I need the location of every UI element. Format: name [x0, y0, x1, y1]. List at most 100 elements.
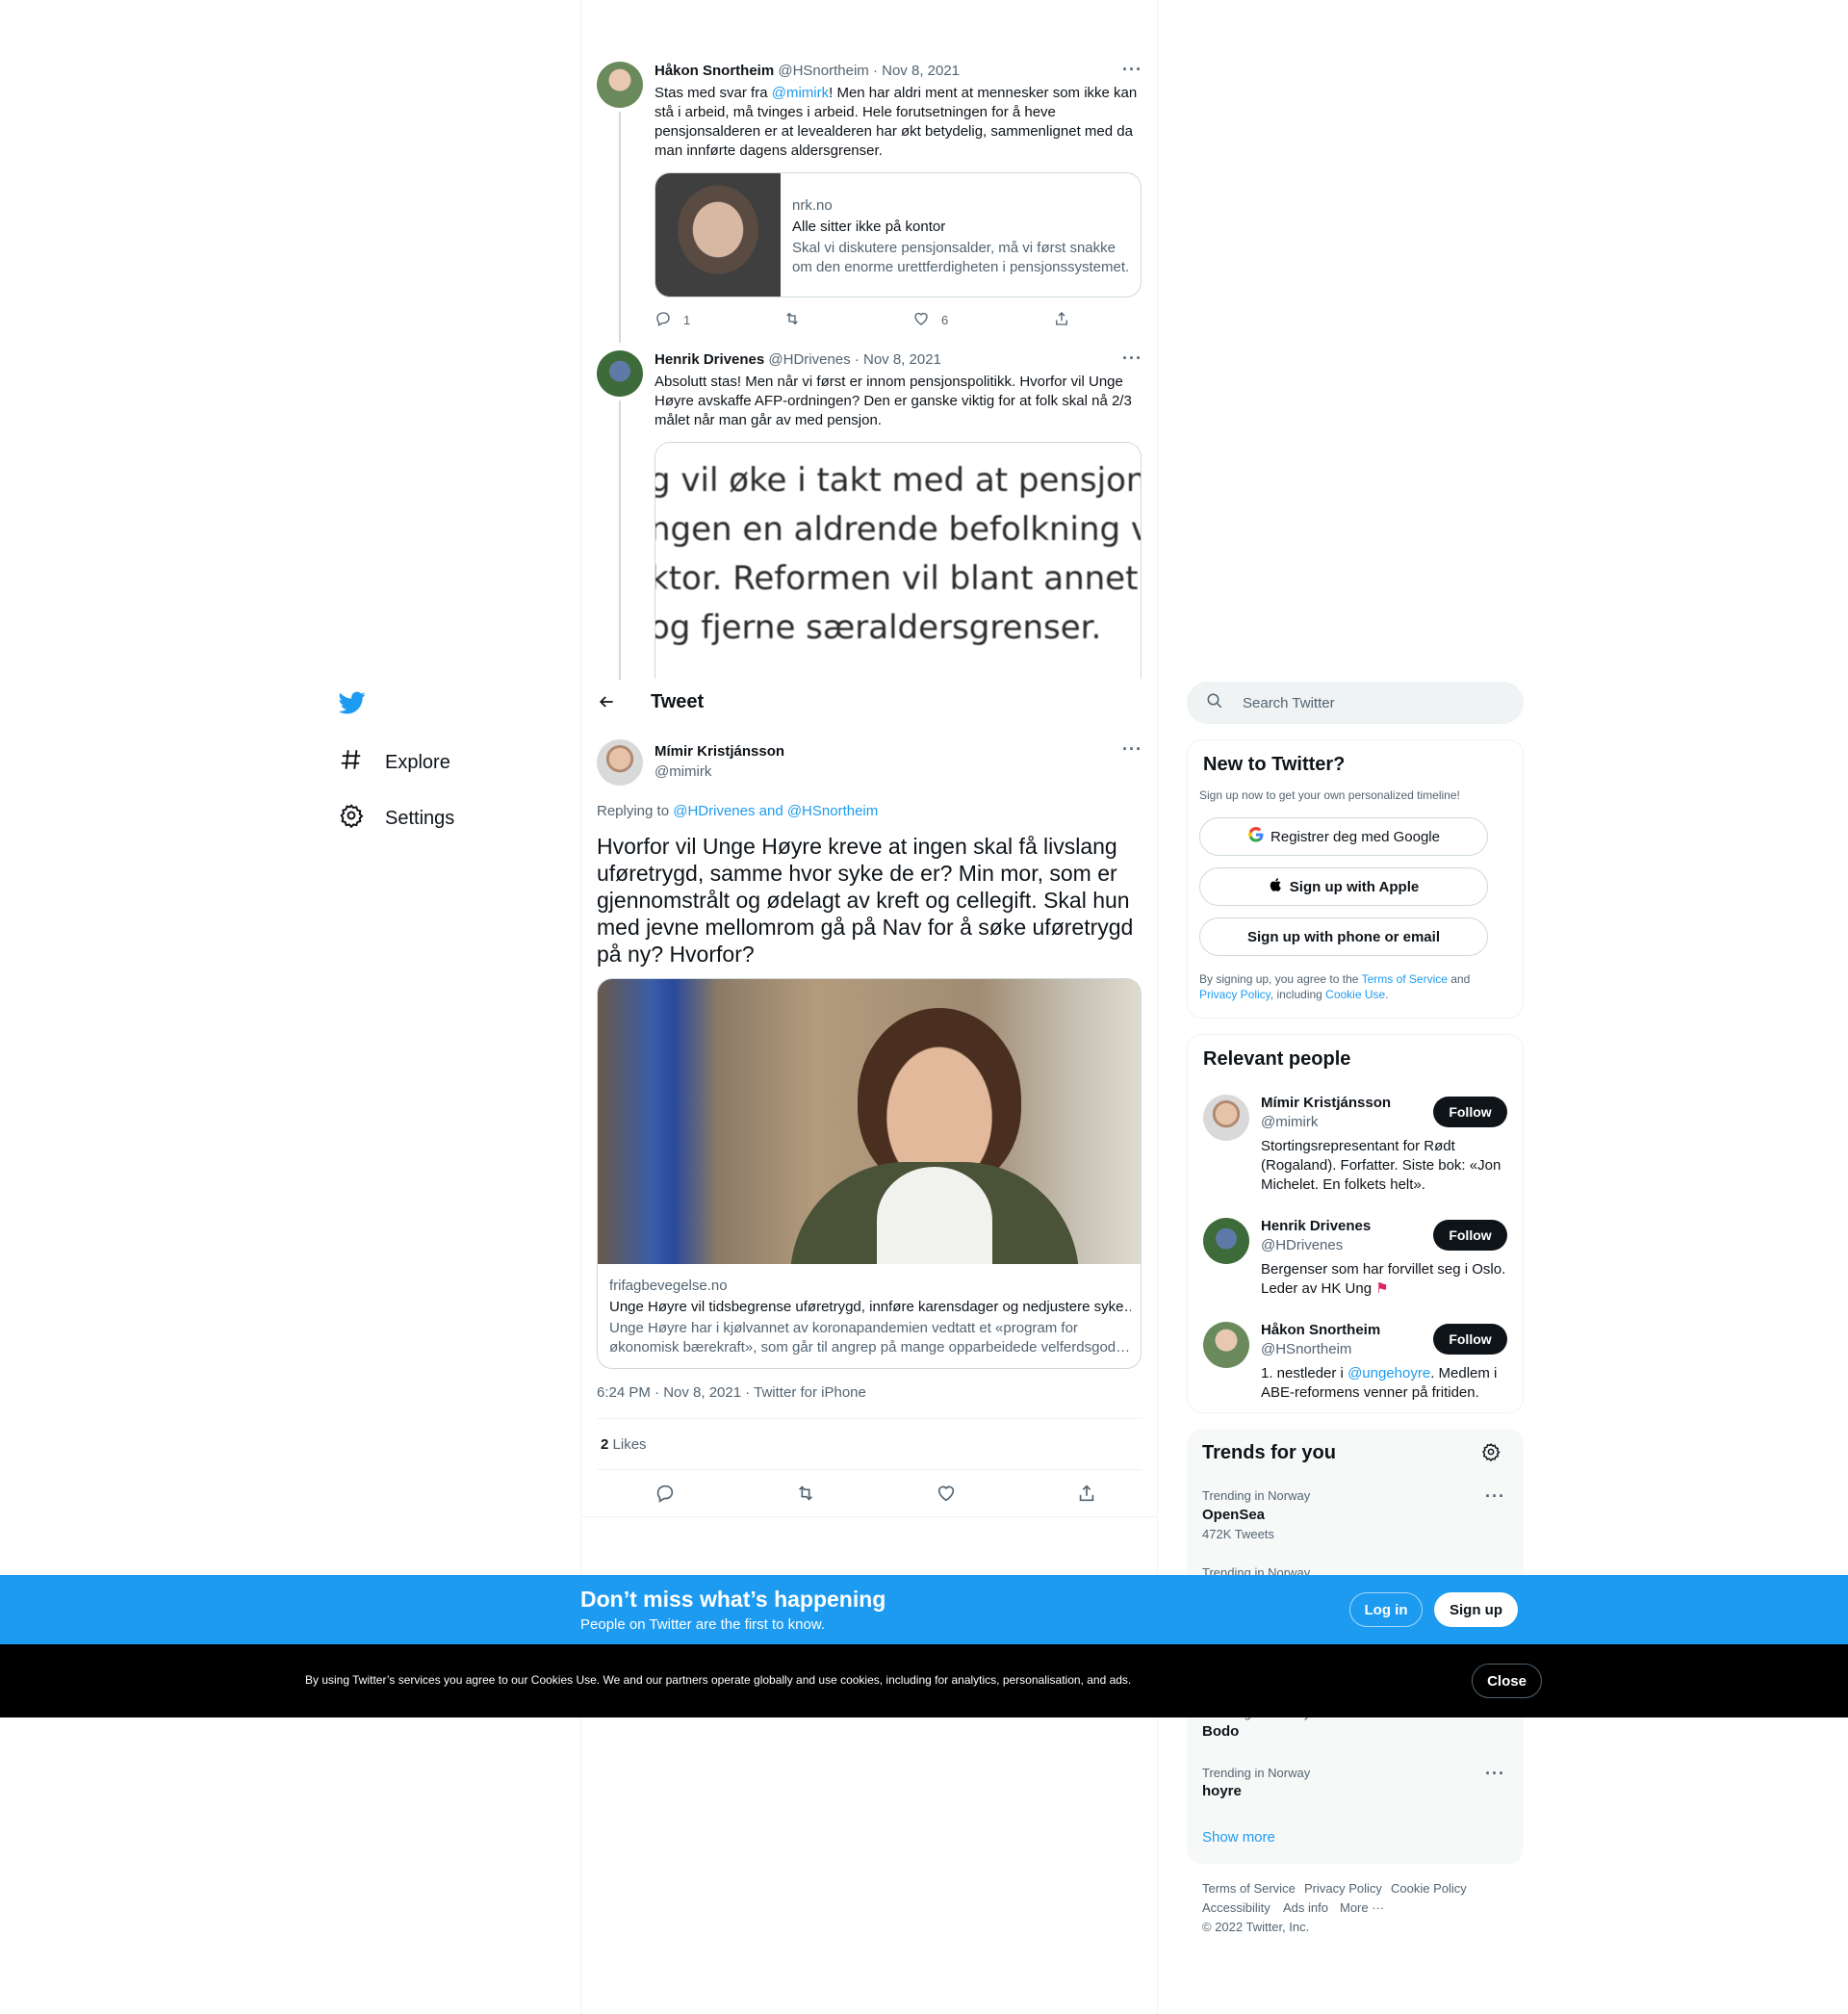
trends-settings-gear-icon[interactable] — [1481, 1442, 1501, 1466]
link-card-frifag[interactable]: frifagbevegelse.no Unge Høyre vil tidsbe… — [597, 978, 1142, 1369]
image-text: g vil øke i takt med at pensjonis ngen e… — [654, 456, 1142, 653]
nav-settings[interactable]: Settings — [339, 803, 454, 834]
retweet-button[interactable] — [783, 310, 912, 330]
replying-label: Replying to — [597, 803, 674, 819]
tweet-author-name[interactable]: Henrik Drivenes — [654, 351, 764, 368]
tweet-1-header: Håkon Snortheim @HSnortheim · Nov 8, 202… — [654, 63, 960, 79]
person-name[interactable]: Henrik Drivenes — [1261, 1218, 1371, 1234]
card-domain: frifagbevegelse.no — [609, 1278, 728, 1294]
main-tweet-author-name[interactable]: Mímir Kristjánsson — [654, 743, 784, 760]
footer-privacy-link[interactable]: Privacy Policy — [1304, 1881, 1382, 1896]
footer-accessibility-link[interactable]: Accessibility — [1202, 1900, 1270, 1915]
more-options-icon[interactable]: ··· — [1122, 739, 1142, 760]
follow-button[interactable]: Follow — [1433, 1220, 1507, 1251]
login-button[interactable]: Log in — [1349, 1592, 1423, 1627]
back-arrow-icon[interactable] — [597, 692, 616, 716]
person-bio: Bergenser som har forvillet seg i Oslo. … — [1261, 1260, 1511, 1299]
footer-more-link[interactable]: More ··· — [1340, 1900, 1384, 1915]
tweet-date[interactable]: · Nov 8, 2021 — [855, 351, 941, 368]
avatar-hsnortheim[interactable] — [1203, 1322, 1249, 1368]
like-button[interactable] — [936, 1483, 957, 1509]
card-description: Unge Høyre har i kjølvannet av koronapan… — [609, 1320, 1131, 1356]
footer-ads-link[interactable]: Ads info — [1283, 1900, 1328, 1915]
divider — [597, 1418, 1142, 1419]
trend-name[interactable]: hoyre — [1202, 1783, 1242, 1799]
card-domain: nrk.no — [792, 197, 833, 214]
more-options-icon[interactable]: ··· — [1122, 60, 1142, 80]
more-options-icon[interactable]: ··· — [1122, 349, 1142, 369]
mention-link[interactable]: @ungehoyre — [1348, 1365, 1430, 1381]
phone-signup-button[interactable]: Sign up with phone or email — [1199, 917, 1488, 956]
like-button[interactable]: 6 — [912, 310, 1053, 330]
share-button[interactable] — [1053, 310, 1070, 330]
tweet-1-text: Stas med svar fra @mimirk! Men har aldri… — [654, 84, 1141, 161]
footer-cookie-link[interactable]: Cookie Policy — [1391, 1881, 1467, 1896]
card-photo — [598, 979, 1141, 1264]
twitter-logo-icon[interactable] — [338, 689, 366, 721]
trend-more-icon[interactable]: ··· — [1485, 1764, 1505, 1784]
trend-name[interactable]: Bodo — [1202, 1723, 1239, 1740]
likes-count: 2 — [601, 1436, 609, 1453]
replying-to-links[interactable]: @HDrivenes and @HSnortheim — [673, 803, 878, 819]
heart-icon — [912, 310, 930, 330]
link-card-nrk[interactable]: nrk.no Alle sitter ikke på kontor Skal v… — [654, 172, 1142, 297]
avatar-hdrivenes[interactable] — [1203, 1218, 1249, 1264]
tweet-2-image[interactable]: g vil øke i takt med at pensjonis ngen e… — [654, 442, 1142, 679]
follow-button[interactable]: Follow — [1433, 1097, 1507, 1127]
trend-name[interactable]: OpenSea — [1202, 1507, 1265, 1523]
likes-stat[interactable]: 2 Likes — [601, 1436, 647, 1453]
cookie-close-button[interactable]: Close — [1472, 1664, 1542, 1698]
trend-context: Trending in Norway — [1202, 1488, 1311, 1503]
apple-signup-button[interactable]: Sign up with Apple — [1199, 867, 1488, 906]
retweet-button[interactable] — [795, 1483, 816, 1509]
signup-panel: New to Twitter? Sign up now to get your … — [1187, 739, 1524, 1019]
search-box[interactable]: Search Twitter — [1187, 682, 1524, 724]
reply-button[interactable]: 1 — [654, 310, 783, 330]
share-icon — [1053, 310, 1070, 330]
person-name[interactable]: Håkon Snortheim — [1261, 1322, 1380, 1338]
tweet-date[interactable]: · Nov 8, 2021 — [873, 63, 960, 79]
banner-subtitle: People on Twitter are the first to know. — [580, 1616, 826, 1633]
signup-subtitle: Sign up now to get your own personalized… — [1199, 788, 1460, 802]
person-bio: 1. nestleder i @ungehoyre. Medlem i ABE-… — [1261, 1364, 1511, 1403]
show-more-link[interactable]: Show more — [1202, 1829, 1275, 1846]
tos-link[interactable]: Terms of Service — [1362, 972, 1448, 986]
main-tweet-text: Hvorfor vil Unge Høyre kreve at ingen sk… — [597, 834, 1134, 967]
thread-line — [619, 112, 621, 343]
footer-tos-link[interactable]: Terms of Service — [1202, 1881, 1296, 1896]
image-text-line: og fjerne særaldersgrenser. — [654, 608, 1102, 647]
tweet-author-handle[interactable]: @HSnortheim — [778, 63, 868, 79]
person-handle[interactable]: @HDrivenes — [1261, 1237, 1343, 1253]
tweet-1-actions: 1 6 — [654, 310, 1097, 330]
person-handle[interactable]: @HSnortheim — [1261, 1341, 1351, 1357]
person-handle[interactable]: @mimirk — [1261, 1114, 1318, 1130]
signup-button[interactable]: Sign up — [1434, 1592, 1518, 1627]
main-tweet-actions — [654, 1483, 1097, 1509]
cookie-link[interactable]: Cookie Use — [1325, 988, 1385, 1001]
tweet-timestamp[interactable]: 6:24 PM · Nov 8, 2021 · Twitter for iPho… — [597, 1384, 866, 1401]
google-signup-button[interactable]: Registrer deg med Google — [1199, 817, 1488, 856]
avatar-hsnortheim[interactable] — [597, 62, 643, 108]
replying-to: Replying to @HDrivenes and @HSnortheim — [597, 803, 878, 819]
mention-link[interactable]: @mimirk — [772, 85, 829, 101]
follow-button[interactable]: Follow — [1433, 1324, 1507, 1355]
avatar-hdrivenes[interactable] — [597, 350, 643, 397]
page-title: Tweet — [651, 691, 705, 712]
avatar-mimirk[interactable] — [597, 739, 643, 786]
tweet-author-name[interactable]: Håkon Snortheim — [654, 63, 774, 79]
share-button[interactable] — [1076, 1483, 1097, 1509]
image-text-line: g vil øke i takt med at pensjonis — [654, 461, 1142, 500]
main-tweet-author-handle[interactable]: @mimirk — [654, 763, 711, 780]
banner-title: Don’t miss what’s happening — [580, 1587, 886, 1612]
privacy-link[interactable]: Privacy Policy — [1199, 988, 1270, 1001]
nav-explore-label: Explore — [385, 751, 450, 773]
avatar-mimirk[interactable] — [1203, 1095, 1249, 1141]
nav-explore[interactable]: Explore — [339, 747, 450, 778]
trend-more-icon[interactable]: ··· — [1485, 1486, 1505, 1507]
tweet-author-handle[interactable]: @HDrivenes — [768, 351, 850, 368]
reply-icon — [654, 310, 672, 330]
person-name[interactable]: Mímir Kristjánsson — [1261, 1095, 1391, 1111]
trend-context: Trending in Norway — [1202, 1766, 1311, 1780]
reply-button[interactable] — [654, 1483, 676, 1509]
search-input[interactable]: Search Twitter — [1243, 695, 1335, 711]
